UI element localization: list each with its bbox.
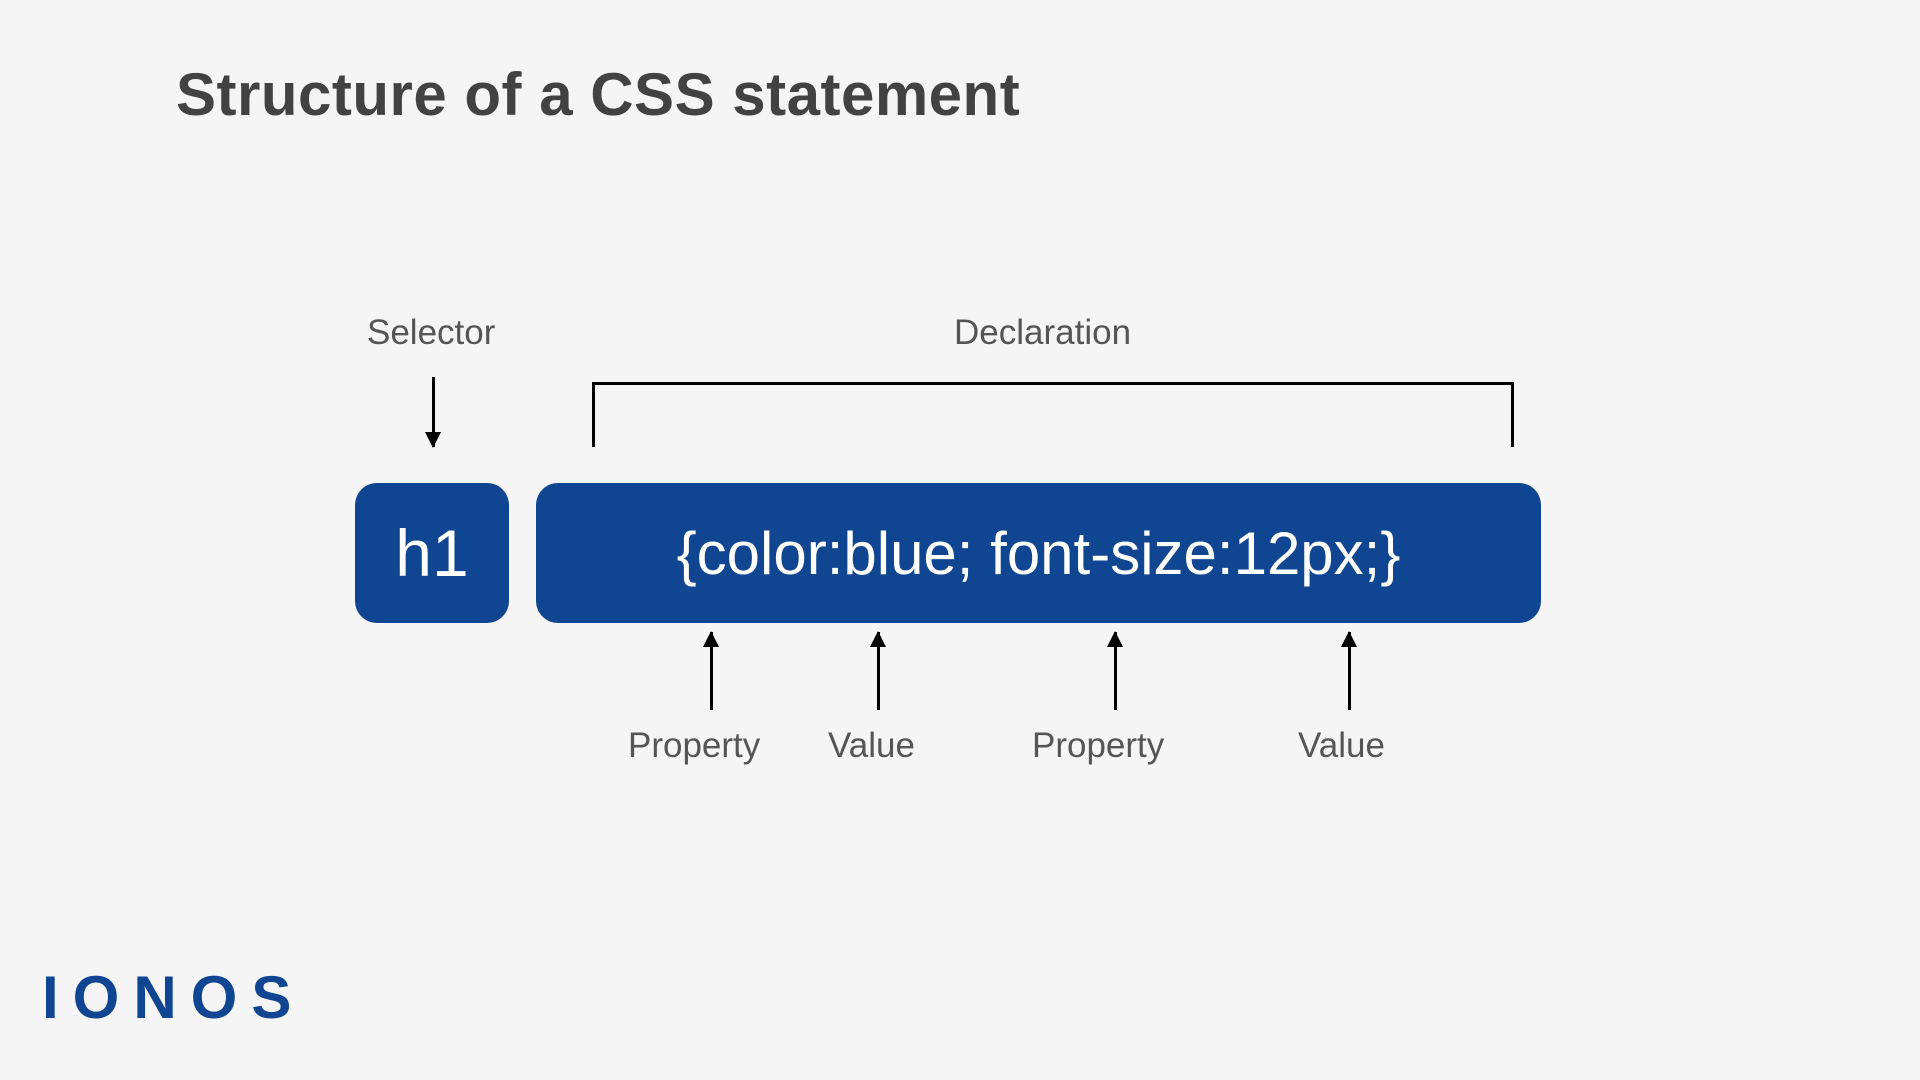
label-declaration: Declaration xyxy=(954,313,1131,353)
arrow-property-2 xyxy=(1114,632,1117,710)
page-title: Structure of a CSS statement xyxy=(176,60,1020,129)
arrow-selector xyxy=(432,377,435,447)
arrow-property-1 xyxy=(710,632,713,710)
label-value-2: Value xyxy=(1298,726,1385,766)
label-selector: Selector xyxy=(367,313,495,353)
label-property-2: Property xyxy=(1032,726,1164,766)
selector-box: h1 xyxy=(355,483,509,623)
label-value-1: Value xyxy=(828,726,915,766)
diagram-stage: Structure of a CSS statement Selector De… xyxy=(0,0,1920,1080)
arrow-value-1 xyxy=(877,632,880,710)
label-property-1: Property xyxy=(628,726,760,766)
arrow-value-2 xyxy=(1348,632,1351,710)
brand-logo: IONOS xyxy=(42,963,305,1032)
declaration-box: {color:blue; font-size:12px;} xyxy=(536,483,1541,623)
declaration-bracket xyxy=(592,382,1514,447)
